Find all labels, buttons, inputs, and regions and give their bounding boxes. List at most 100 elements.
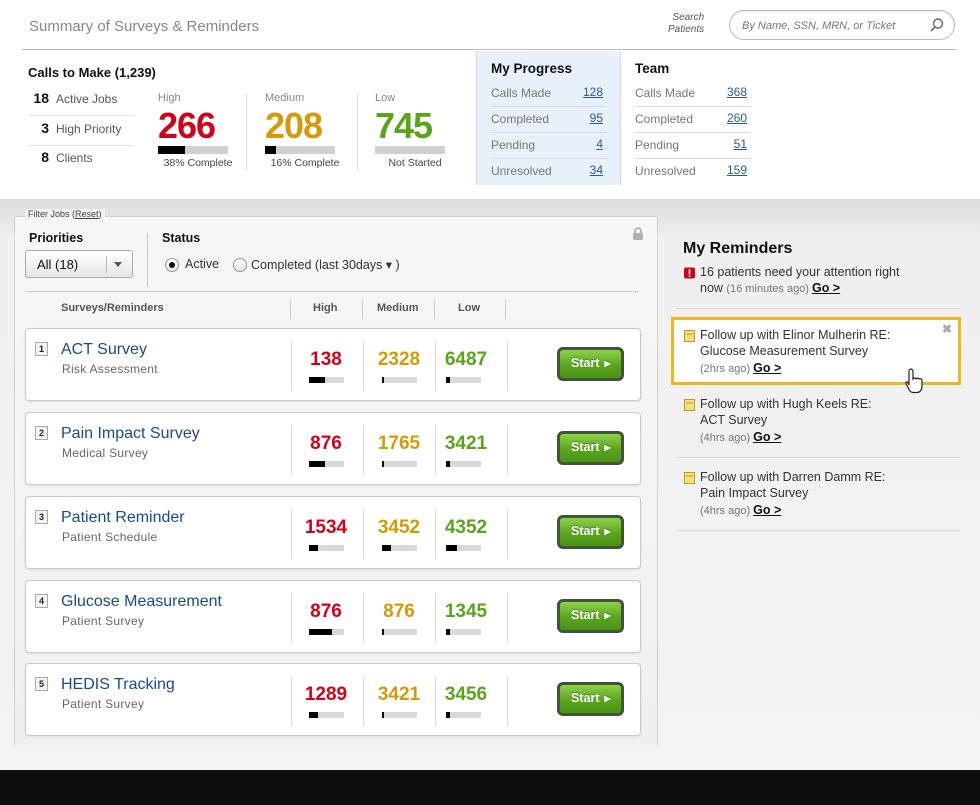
- high-progress: [309, 377, 344, 383]
- start-button[interactable]: Start ▶: [557, 515, 624, 549]
- survey-name-link[interactable]: Patient Reminder: [61, 509, 185, 527]
- medium-progress: [382, 629, 417, 635]
- calls-low-progress: [375, 146, 445, 154]
- progress-fill: [382, 377, 384, 383]
- low-progress: [446, 712, 481, 718]
- progress-fill: [446, 629, 451, 635]
- calls-high-progress: [158, 146, 228, 154]
- status-completed-radio[interactable]: [233, 258, 247, 272]
- divider: [147, 233, 148, 287]
- team-value-link[interactable]: 260: [727, 111, 747, 125]
- go-link[interactable]: Go >: [753, 503, 781, 517]
- reset-link[interactable]: Reset: [75, 209, 99, 219]
- start-button[interactable]: Start ▶: [557, 431, 624, 465]
- search-input[interactable]: [742, 17, 922, 35]
- priorities-select[interactable]: All (18): [25, 250, 133, 278]
- row-index: 2: [35, 426, 48, 440]
- start-button[interactable]: Start ▶: [557, 682, 624, 716]
- reminder-item: Follow up with Darren Damm RE: Pain Impa…: [676, 469, 960, 531]
- col-header-low: Low: [458, 302, 480, 314]
- progress-label: Unresolved: [491, 164, 552, 178]
- team-panel: Team Calls Made 368 Completed 260 Pending 5…: [621, 51, 761, 185]
- progress-fill: [158, 146, 185, 154]
- calls-medium: Medium 208 16% Complete: [265, 92, 345, 169]
- progress-row: Calls Made 128: [491, 81, 607, 107]
- team-title: Team: [635, 61, 670, 76]
- reminder-text: Follow up with Hugh Keels RE: ACT Survey…: [700, 396, 872, 446]
- status-completed-label[interactable]: Completed (last 30days ▾ ): [251, 257, 400, 272]
- col-divider: [507, 676, 508, 726]
- search-box[interactable]: [729, 10, 955, 40]
- arrow-right-icon: ▶: [604, 611, 611, 620]
- low-count: 3421: [444, 433, 488, 454]
- status-active-radio[interactable]: [165, 258, 179, 272]
- progress-label: Calls Made: [491, 86, 552, 100]
- col-divider: [507, 341, 508, 391]
- go-link[interactable]: Go >: [812, 281, 840, 295]
- progress-fill: [309, 377, 325, 383]
- header-divider: [22, 49, 956, 50]
- medium-progress: [382, 377, 417, 383]
- survey-subtitle: Medical Survey: [62, 446, 149, 460]
- progress-row: Completed 95: [491, 107, 607, 133]
- start-button[interactable]: Start ▶: [557, 347, 624, 381]
- stat-clients: 8 Clients: [27, 147, 134, 175]
- low-count: 4352: [444, 517, 488, 538]
- close-icon[interactable]: ✖: [942, 322, 952, 336]
- reminder-text: 16 patients need your attention right no…: [700, 264, 899, 297]
- col-divider: [505, 299, 506, 319]
- team-row: Unresolved 159: [635, 159, 751, 185]
- high-progress: [309, 545, 344, 551]
- progress-fill: [382, 712, 384, 718]
- status-active-label[interactable]: Active: [185, 257, 219, 271]
- start-button[interactable]: Start ▶: [557, 599, 624, 633]
- progress-value-link[interactable]: 95: [590, 111, 603, 125]
- row-index: 4: [35, 594, 48, 608]
- survey-name-link[interactable]: HEDIS Tracking: [61, 676, 175, 694]
- calls-low-label: Low: [375, 92, 396, 104]
- team-value-link[interactable]: 368: [727, 85, 747, 99]
- stat-label: Active Jobs: [56, 92, 118, 106]
- progress-value-link[interactable]: 128: [583, 85, 603, 99]
- col-divider: [362, 299, 363, 319]
- progress-fill: [265, 146, 277, 154]
- survey-name-link[interactable]: ACT Survey: [61, 341, 147, 359]
- team-value-link[interactable]: 159: [727, 163, 747, 177]
- arrow-right-icon: ▶: [604, 527, 611, 536]
- divider: [246, 94, 247, 170]
- my-progress-title: My Progress: [491, 61, 573, 76]
- reminder-text: Follow up with Elinor Mulherin RE: Gluco…: [700, 327, 890, 377]
- col-divider: [434, 299, 435, 319]
- team-row: Pending 51: [635, 133, 751, 159]
- survey-name-link[interactable]: Pain Impact Survey: [61, 425, 200, 443]
- progress-value-link[interactable]: 4: [596, 137, 603, 151]
- high-count: 876: [310, 433, 342, 454]
- reminder-line1: Follow up with Darren Damm RE:: [700, 470, 886, 484]
- progress-fill: [309, 712, 318, 718]
- search-icon[interactable]: [929, 17, 945, 33]
- note-icon: [684, 330, 695, 342]
- high-progress: [309, 629, 344, 635]
- progress-fill: [309, 461, 325, 467]
- progress-fill: [446, 461, 451, 467]
- go-link[interactable]: Go >: [753, 430, 781, 444]
- high-count: 138: [310, 349, 342, 370]
- survey-card: 5 HEDIS Tracking Patient Survey 1289 342…: [25, 663, 641, 736]
- high-count: 1534: [304, 517, 348, 538]
- progress-value-link[interactable]: 34: [590, 163, 603, 177]
- progress-row: Pending 4: [491, 133, 607, 159]
- note-icon: [684, 472, 695, 484]
- high-count: 876: [310, 601, 342, 622]
- reminder-item: Follow up with Hugh Keels RE: ACT Survey…: [676, 396, 960, 458]
- col-divider: [507, 593, 508, 643]
- survey-name-link[interactable]: Glucose Measurement: [61, 593, 222, 611]
- low-count: 1345: [444, 601, 488, 622]
- team-label: Pending: [635, 138, 680, 152]
- team-value-link[interactable]: 51: [734, 137, 747, 151]
- high-count: 1289: [304, 684, 348, 705]
- progress-fill: [446, 377, 451, 383]
- col-header-surveys: Surveys/Reminders: [61, 302, 164, 314]
- go-link[interactable]: Go >: [753, 361, 781, 375]
- start-label: Start: [571, 356, 600, 370]
- reminder-time: (2hrs ago): [700, 363, 751, 375]
